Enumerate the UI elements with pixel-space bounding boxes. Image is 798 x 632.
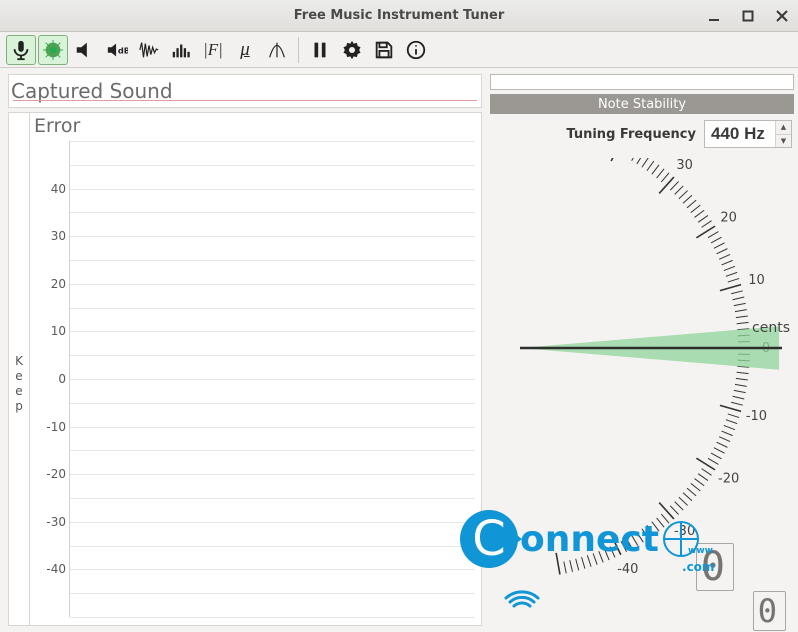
cents-unit-label: cents	[752, 320, 790, 336]
tuning-frequency-field: ▲ ▼	[704, 120, 792, 148]
harmonics-icon[interactable]	[262, 35, 292, 65]
pause-icon[interactable]	[305, 35, 335, 65]
keep-button[interactable]: Keep	[8, 112, 30, 626]
error-chart-axis: 40 30 20 10 0 -10 -20 -30 -40	[36, 141, 475, 617]
captured-sound-title: Captured Sound	[9, 75, 481, 103]
spin-down-button[interactable]: ▼	[776, 135, 791, 148]
close-button[interactable]	[772, 6, 792, 26]
maximize-button[interactable]	[738, 6, 758, 26]
cents-dial-area: -50-40-30-20-1001020304050 cents 0 0	[490, 148, 794, 632]
mu-icon[interactable]: μ	[230, 35, 260, 65]
watermark-com: www.com	[682, 560, 714, 574]
minimize-button[interactable]	[704, 6, 724, 26]
svg-text:-40: -40	[617, 562, 638, 577]
svg-text:-20: -20	[718, 471, 739, 486]
right-panel: Note Stability Tuning Frequency ▲ ▼ -50-…	[486, 68, 798, 632]
error-ytick: -40	[36, 562, 66, 576]
error-ytick: 0	[36, 372, 66, 386]
tuning-frequency-label: Tuning Frequency	[566, 127, 696, 142]
svg-text:dB: dB	[118, 45, 128, 55]
error-ytick: -30	[36, 515, 66, 529]
error-chart-title: Error	[34, 115, 80, 137]
window-title: Free Music Instrument Tuner	[0, 8, 798, 23]
volume-icon[interactable]	[70, 35, 100, 65]
cents-dial: -50-40-30-20-1001020304050	[490, 158, 790, 578]
svg-text:10: 10	[748, 273, 765, 288]
toolbar-separator	[298, 37, 299, 63]
tuning-frequency-input[interactable]	[705, 121, 775, 147]
svg-text:20: 20	[720, 211, 737, 226]
error-ytick: -20	[36, 467, 66, 481]
error-ytick: 10	[36, 324, 66, 338]
error-chart[interactable]: Error 40 30 20 10 0 -10 -20 -30 -40	[30, 112, 482, 626]
mic-icon[interactable]	[6, 35, 36, 65]
waveform-icon[interactable]	[134, 35, 164, 65]
db-icon[interactable]: dB	[102, 35, 132, 65]
tuning-frequency-row: Tuning Frequency ▲ ▼	[490, 120, 794, 148]
main-area: Captured Sound Keep Error 40 30 20 10 0 -10 -2…	[0, 68, 798, 632]
capture-ring-icon[interactable]	[38, 35, 68, 65]
title-bar: Free Music Instrument Tuner	[0, 0, 798, 32]
tuning-frequency-spinner: ▲ ▼	[775, 121, 791, 147]
stability-progress-bar	[490, 74, 794, 90]
error-chart-container: Keep Error 40 30 20 10 0 -10 -20 -30 -40	[8, 112, 482, 626]
keep-label: Keep	[15, 354, 23, 414]
info-icon[interactable]	[401, 35, 431, 65]
microtonal-icon[interactable]	[166, 35, 196, 65]
svg-text:-10: -10	[746, 409, 767, 424]
captured-sound-baseline	[13, 100, 477, 101]
note-stability-label: Note Stability	[490, 94, 794, 114]
error-ytick: 30	[36, 229, 66, 243]
toolbar: dB |F| μ	[0, 32, 798, 68]
captured-sound-panel: Captured Sound	[8, 74, 482, 108]
spin-up-button[interactable]: ▲	[776, 121, 791, 135]
error-ytick: 40	[36, 182, 66, 196]
formants-icon[interactable]: |F|	[198, 35, 228, 65]
error-ytick: -10	[36, 420, 66, 434]
left-panel: Captured Sound Keep Error 40 30 20 10 0 -10 -2…	[0, 68, 486, 632]
window-controls	[704, 0, 792, 31]
error-ytick: 20	[36, 277, 66, 291]
settings-gear-icon[interactable]	[337, 35, 367, 65]
save-icon[interactable]	[369, 35, 399, 65]
cents-display: 0	[753, 592, 786, 630]
svg-text:30: 30	[676, 158, 693, 173]
svg-text:-30: -30	[674, 524, 695, 539]
